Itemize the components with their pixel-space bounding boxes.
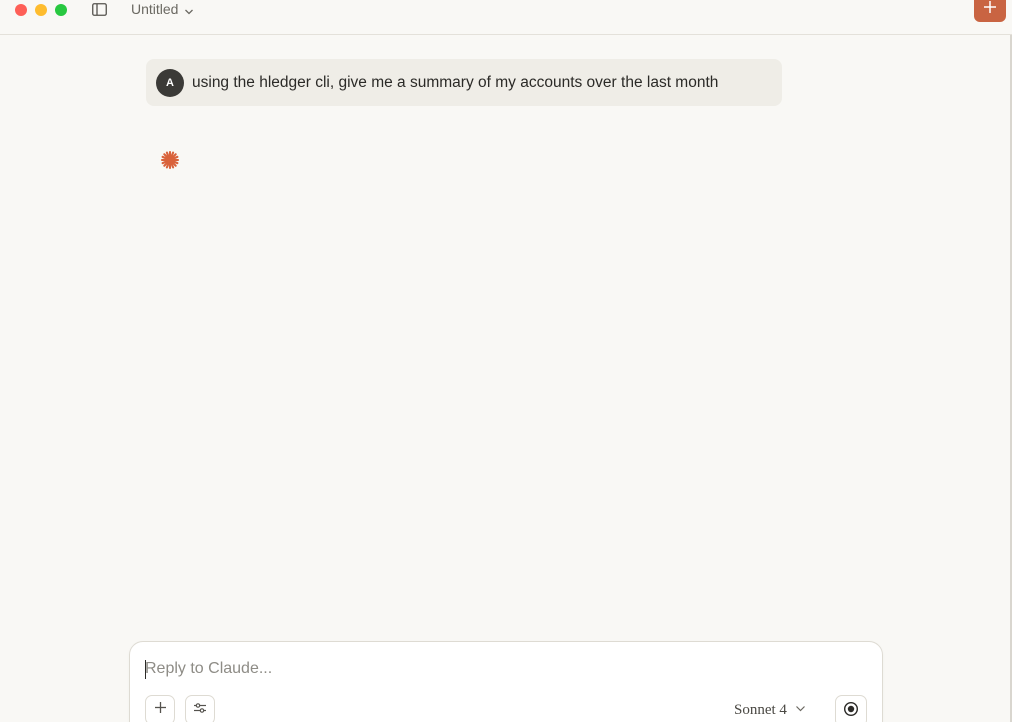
attach-button[interactable] xyxy=(145,695,175,722)
reply-input[interactable] xyxy=(145,658,845,680)
plus-icon xyxy=(154,701,167,719)
chat-title: Untitled xyxy=(131,1,179,17)
text-caret xyxy=(145,660,146,679)
window-maximize-button[interactable] xyxy=(55,4,67,16)
avatar: A xyxy=(156,68,184,97)
claude-spark-icon xyxy=(159,149,181,171)
tools-button[interactable] xyxy=(185,695,215,722)
app-window: Untitled A using the hledger cli, give m… xyxy=(0,0,1012,722)
chat-title-dropdown[interactable]: Untitled xyxy=(131,0,194,18)
voice-mode-button[interactable] xyxy=(835,695,867,722)
voice-record-icon xyxy=(843,701,859,722)
plus-icon xyxy=(983,0,997,19)
chevron-down-icon xyxy=(795,702,806,719)
user-message: A using the hledger cli, give me a summa… xyxy=(146,59,782,106)
model-selector[interactable]: Sonnet 4 xyxy=(734,702,806,719)
sliders-icon xyxy=(193,701,207,719)
title-bar: Untitled xyxy=(0,0,1012,35)
window-minimize-button[interactable] xyxy=(35,4,47,16)
model-label: Sonnet 4 xyxy=(734,702,787,718)
sidebar-toggle-icon[interactable] xyxy=(92,3,107,16)
user-message-text: using the hledger cli, give me a summary… xyxy=(192,73,719,91)
message-composer: Sonnet 4 xyxy=(129,641,883,722)
new-chat-button[interactable] xyxy=(974,0,1006,22)
window-close-button[interactable] xyxy=(15,4,27,16)
chevron-down-icon xyxy=(184,4,194,15)
